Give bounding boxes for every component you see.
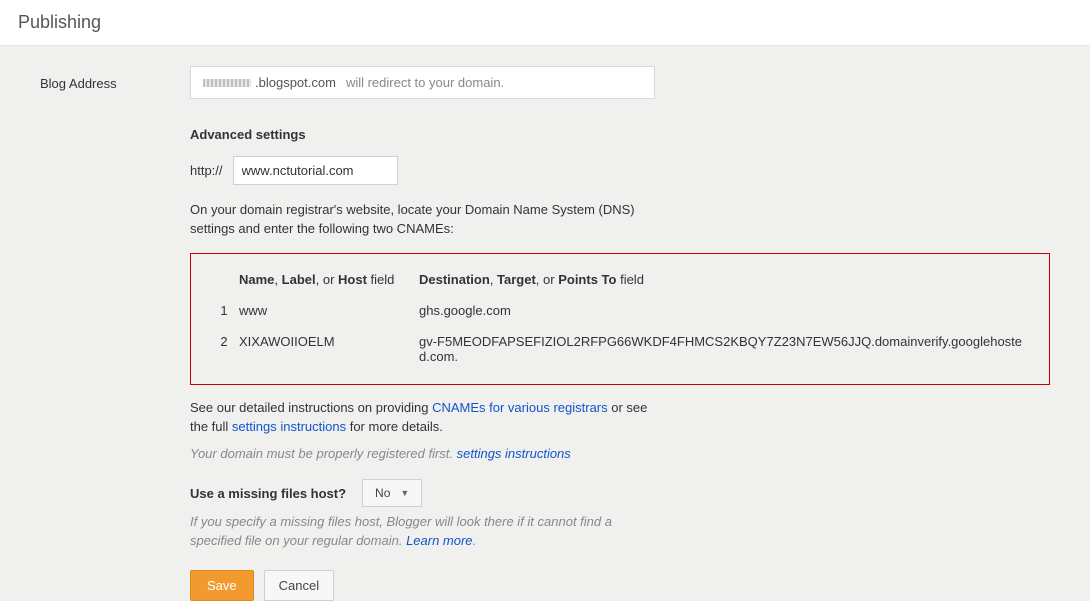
cname-header-row: Name, Label, or Host field Destination, … — [203, 264, 1037, 295]
header-index — [209, 272, 239, 287]
learn-more-link[interactable]: Learn more — [406, 533, 472, 548]
row-dest: ghs.google.com — [419, 303, 1031, 318]
advanced-settings-title: Advanced settings — [190, 127, 1050, 142]
page-title: Publishing — [18, 12, 1072, 33]
registered-settings-link[interactable]: settings instructions — [457, 446, 571, 461]
settings-instructions-link[interactable]: settings instructions — [232, 419, 346, 434]
blog-address-box: .blogspot.com will redirect to your doma… — [190, 66, 655, 99]
header-dest-col: Destination, Target, or Points To field — [419, 272, 1031, 287]
header: Publishing — [0, 0, 1090, 46]
content: Blog Address .blogspot.com will redirect… — [0, 46, 1090, 601]
http-prefix: http:// — [190, 163, 223, 178]
main-column: .blogspot.com will redirect to your doma… — [190, 66, 1090, 601]
cname-table: Name, Label, or Host field Destination, … — [190, 253, 1050, 385]
row-dest: gv-F5MEODFAPSEFIZIOL2RFPG66WKDF4FHMCS2KB… — [419, 334, 1031, 364]
custom-domain-input[interactable] — [233, 156, 398, 185]
missing-files-row: Use a missing files host? No ▼ — [190, 479, 1050, 507]
blog-address-suffix: .blogspot.com — [255, 75, 336, 90]
missing-files-label: Use a missing files host? — [190, 486, 346, 501]
row-index: 1 — [209, 303, 239, 318]
table-row: 2 XIXAWOIIOELM gv-F5MEODFAPSEFIZIOL2RFPG… — [203, 326, 1037, 372]
row-index: 2 — [209, 334, 239, 364]
blog-address-hint: will redirect to your domain. — [346, 75, 504, 90]
chevron-down-icon: ▼ — [400, 488, 409, 498]
missing-files-select[interactable]: No ▼ — [362, 479, 422, 507]
blog-subdomain-masked — [203, 79, 251, 87]
domain-row: http:// — [190, 156, 1050, 185]
dns-instructions: On your domain registrar's website, loca… — [190, 201, 660, 239]
button-row: Save Cancel — [190, 570, 1050, 601]
detailed-instructions: See our detailed instructions on providi… — [190, 399, 660, 437]
missing-files-value: No — [375, 486, 390, 500]
cname-registrars-link[interactable]: CNAMEs for various registrars — [432, 400, 608, 415]
row-name: www — [239, 303, 419, 318]
row-name: XIXAWOIIOELM — [239, 334, 419, 364]
header-name-col: Name, Label, or Host field — [239, 272, 419, 287]
registered-hint: Your domain must be properly registered … — [190, 446, 1050, 461]
left-column: Blog Address — [0, 66, 190, 601]
table-row: 1 www ghs.google.com — [203, 295, 1037, 326]
blog-address-label: Blog Address — [40, 76, 117, 91]
missing-files-hint: If you specify a missing files host, Blo… — [190, 513, 660, 549]
save-button[interactable]: Save — [190, 570, 254, 601]
cancel-button[interactable]: Cancel — [264, 570, 334, 601]
